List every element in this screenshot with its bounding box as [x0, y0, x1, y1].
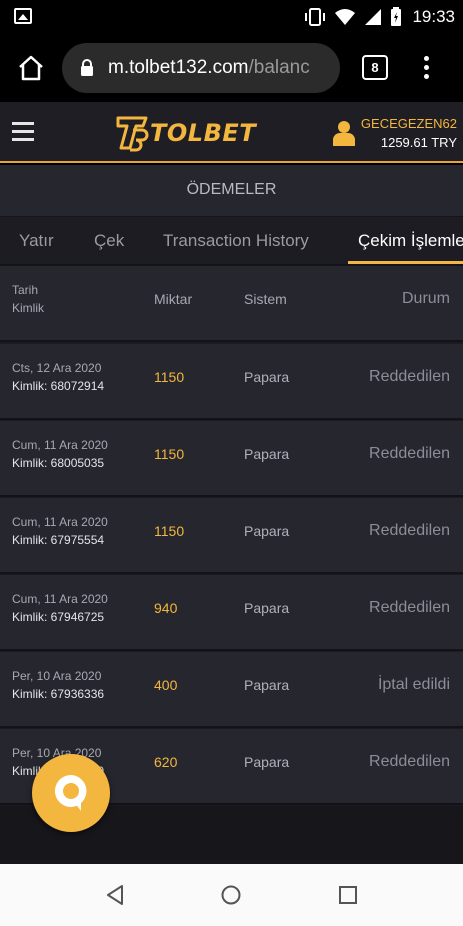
balance: 1259.61 TRY — [380, 135, 457, 150]
row-amount: 1150 — [154, 446, 185, 462]
chat-icon — [54, 774, 87, 811]
row-system: Papara — [244, 754, 290, 770]
url-host: m.tolbet132.com — [108, 57, 249, 78]
table-row[interactable]: Cum, 11 Ara 2020 Kimlik: 68005035 1150 P… — [0, 421, 463, 497]
row-system: Papara — [244, 523, 290, 539]
header-system: Sistem — [244, 291, 287, 307]
row-id: Kimlik: 68005035 — [12, 456, 105, 470]
logo-text: TOLBET — [150, 119, 257, 147]
tab-transaction-history[interactable]: Transaction History — [163, 231, 309, 251]
status-bar: 19:33 — [0, 0, 463, 33]
table-row[interactable]: Per, 10 Ara 2020 Kimlik: 67936336 400 Pa… — [0, 652, 463, 728]
row-system: Papara — [244, 677, 290, 693]
table-header: Tarih Kimlik Miktar Sistem Durum — [0, 266, 463, 342]
row-status: Reddedilen — [369, 522, 450, 539]
row-status: Reddedilen — [369, 445, 450, 462]
row-amount: 1150 — [154, 369, 185, 385]
row-status: Reddedilen — [369, 599, 450, 616]
row-amount: 940 — [154, 600, 178, 616]
browser-home-button[interactable] — [16, 53, 46, 83]
signal-icon — [365, 9, 382, 25]
logo-mark-icon — [116, 116, 149, 152]
header-date: Tarih — [12, 283, 39, 297]
page-title: ÖDEMELER — [0, 165, 463, 217]
row-status: Reddedilen — [369, 753, 450, 770]
status-icons: 19:33 — [304, 4, 455, 30]
hamburger-icon[interactable] — [12, 122, 34, 142]
more-vert-icon[interactable] — [418, 53, 434, 83]
row-date: Cts, 12 Ara 2020 — [12, 361, 102, 375]
row-date: Cum, 11 Ara 2020 — [12, 515, 108, 529]
tab-withdrawal-transactions[interactable]: Çekim İşlemleri — [358, 231, 463, 251]
row-id: Kimlik: 68072914 — [12, 379, 105, 393]
back-icon[interactable] — [104, 884, 126, 906]
row-date: Cum, 11 Ara 2020 — [12, 592, 108, 606]
table-row[interactable]: Cum, 11 Ara 2020 Kimlik: 67975554 1150 P… — [0, 498, 463, 574]
row-id: Kimlik: 67975554 — [12, 533, 105, 547]
table-row[interactable]: Cum, 11 Ara 2020 Kimlik: 67946725 940 Pa… — [0, 575, 463, 651]
status-time: 19:33 — [412, 7, 455, 26]
home-nav-icon[interactable] — [220, 884, 242, 906]
system-nav-bar — [0, 864, 463, 926]
header-id: Kimlik — [12, 301, 44, 315]
tab-withdraw[interactable]: Çek — [94, 231, 124, 251]
image-notification-icon — [14, 8, 32, 24]
withdrawals-table: Tarih Kimlik Miktar Sistem Durum Cts, 12… — [0, 266, 463, 806]
active-tab-indicator — [348, 261, 463, 264]
user-account[interactable]: GECEGEZEN62 1259.61 TRY — [332, 116, 457, 152]
lock-icon — [81, 59, 93, 76]
home-icon — [19, 55, 43, 81]
header-amount: Miktar — [154, 291, 193, 307]
row-date: Cum, 11 Ara 2020 — [12, 438, 108, 452]
browser-toolbar: m.tolbet132.com/balanc 8 — [0, 33, 463, 102]
row-system: Papara — [244, 369, 290, 385]
payments-tabs: Yatır Çek Transaction History Çekim İşle… — [0, 217, 463, 266]
row-date: Per, 10 Ara 2020 — [12, 669, 102, 683]
header-status: Durum — [401, 290, 450, 307]
username: GECEGEZEN62 — [360, 116, 457, 131]
user-icon — [332, 121, 355, 146]
url-text: m.tolbet132.com/balanc — [108, 57, 310, 79]
site-logo[interactable]: TOLBET — [116, 113, 256, 153]
recent-apps-icon[interactable] — [337, 884, 359, 906]
row-id: Kimlik: 67946725 — [12, 610, 105, 624]
vibrate-icon — [305, 8, 326, 26]
row-amount: 1150 — [154, 523, 185, 539]
url-bar[interactable]: m.tolbet132.com/balanc — [62, 43, 340, 93]
tab-switcher-button[interactable]: 8 — [362, 55, 388, 80]
battery-icon — [391, 7, 402, 26]
row-id: Kimlik: 67936336 — [12, 687, 105, 701]
row-status: İptal edildi — [377, 676, 450, 693]
url-path: /balanc — [248, 57, 310, 78]
site-header: TOLBET GECEGEZEN62 1259.61 TRY — [0, 102, 463, 163]
live-chat-button[interactable] — [32, 754, 110, 832]
table-row[interactable]: Cts, 12 Ara 2020 Kimlik: 68072914 1150 P… — [0, 344, 463, 420]
row-amount: 620 — [154, 754, 178, 770]
row-system: Papara — [244, 600, 290, 616]
row-status: Reddedilen — [369, 368, 450, 385]
row-amount: 400 — [154, 677, 178, 693]
tab-deposit[interactable]: Yatır — [19, 231, 54, 251]
row-system: Papara — [244, 446, 290, 462]
wifi-icon — [335, 9, 356, 25]
